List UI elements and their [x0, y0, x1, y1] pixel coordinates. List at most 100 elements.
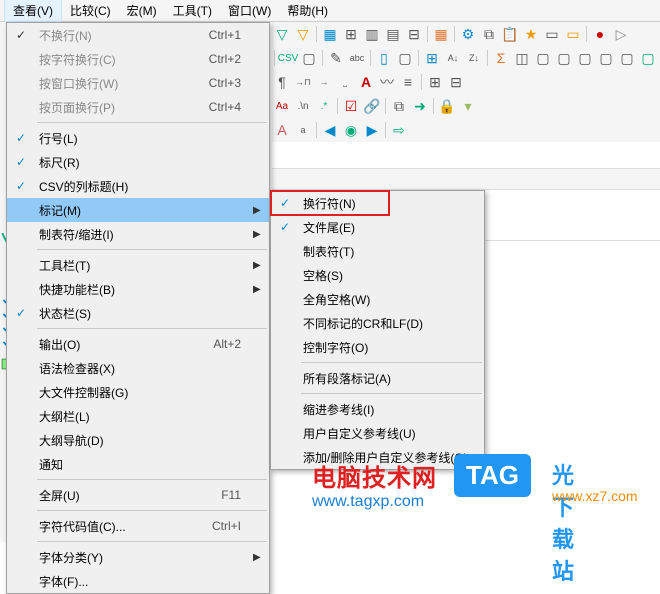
right-icon[interactable]: ▶ — [362, 120, 382, 140]
left-icon[interactable]: ◀ — [320, 120, 340, 140]
filter2-icon[interactable]: ▽ — [293, 24, 313, 44]
indent-icon[interactable]: →⊓ — [293, 72, 313, 92]
view-menu: ✓ 不换行(N) Ctrl+1 按字符换行(C) Ctrl+2 按窗口换行(W)… — [6, 22, 270, 594]
guide2-icon[interactable]: ⊟ — [446, 72, 466, 92]
submenu-ctrlchar[interactable]: 控制字符(O) — [271, 335, 484, 359]
clip-icon[interactable]: 📋 — [500, 24, 520, 44]
aa-icon[interactable]: Aa — [272, 96, 292, 116]
menu-fullscreen[interactable]: 全屏(U) F11 — [7, 483, 269, 507]
menu-ruler[interactable]: ✓ 标尺(R) — [7, 150, 269, 174]
para-icon[interactable]: ¶ — [272, 72, 292, 92]
submenu-fullspace[interactable]: 全角空格(W) — [271, 287, 484, 311]
ws-icon[interactable]: ⎵ — [335, 72, 355, 92]
sort-icon[interactable]: ▭ — [542, 24, 562, 44]
globe-icon[interactable]: ⚙ — [458, 24, 478, 44]
cols-icon[interactable]: ⊞ — [341, 24, 361, 44]
doc-icon[interactable]: ▦ — [431, 24, 451, 44]
b3-icon[interactable]: ▢ — [575, 48, 595, 68]
guide-icon[interactable]: ⊞ — [425, 72, 445, 92]
done-icon[interactable]: ☑ — [341, 96, 361, 116]
az-icon[interactable]: A↓ — [443, 48, 463, 68]
filter-icon[interactable]: ▽ — [272, 24, 292, 44]
grid-icon[interactable]: ▦ — [320, 24, 340, 44]
dash-icon[interactable]: 〰 — [377, 72, 397, 92]
bullet-icon[interactable]: ◉ — [341, 120, 361, 140]
menu-notify[interactable]: 通知 — [7, 452, 269, 476]
menubar-window[interactable]: 窗口(W) — [220, 0, 279, 21]
ribbon-icon[interactable]: ▾ — [458, 96, 478, 116]
check-icon: ✓ — [7, 306, 35, 320]
go-icon[interactable]: ➜ — [410, 96, 430, 116]
submenu-crlf[interactable]: 不同标记的CR和LF(D) — [271, 311, 484, 335]
menubar-compare[interactable]: 比较(C) — [62, 0, 119, 21]
menubar-tools[interactable]: 工具(T) — [165, 0, 220, 21]
scr-icon[interactable]: ≡ — [398, 72, 418, 92]
menubar-macro[interactable]: 宏(M) — [119, 0, 165, 21]
menu-font[interactable]: 字体(F)... — [7, 569, 269, 593]
menu-page-wrap[interactable]: 按页面换行(P) Ctrl+4 — [7, 95, 269, 119]
b4-icon[interactable]: ▢ — [596, 48, 616, 68]
menu-toolbar[interactable]: 工具栏(T) ▶ — [7, 253, 269, 277]
star-icon[interactable]: ★ — [521, 24, 541, 44]
play-icon[interactable]: ▷ — [611, 24, 631, 44]
menu-csv-header[interactable]: ✓ CSV的列标题(H) — [7, 174, 269, 198]
menu-line-num[interactable]: ✓ 行号(L) — [7, 126, 269, 150]
col3-icon[interactable]: ⊟ — [404, 24, 424, 44]
menubar: 查看(V) 比较(C) 宏(M) 工具(T) 窗口(W) 帮助(H) — [0, 0, 660, 22]
wand-icon[interactable]: ✎ — [326, 48, 346, 68]
submenu-all-para[interactable]: 所有段落标记(A) — [271, 366, 484, 390]
menu-statusbar[interactable]: ✓ 状态栏(S) — [7, 301, 269, 325]
chart-icon[interactable]: ◫ — [512, 48, 532, 68]
b6-icon[interactable]: ▢ — [638, 48, 658, 68]
bold-a-icon[interactable]: A — [356, 72, 376, 92]
menu-largefile[interactable]: 大文件控制器(G) — [7, 380, 269, 404]
split-icon[interactable]: ▯ — [374, 48, 394, 68]
col1-icon[interactable]: ▥ — [362, 24, 382, 44]
menu-font-cat[interactable]: 字体分类(Y) ▶ — [7, 545, 269, 569]
check-icon: ✓ — [271, 196, 299, 210]
menu-win-wrap[interactable]: 按窗口换行(W) Ctrl+3 — [7, 71, 269, 95]
lock-icon[interactable]: 🔒 — [437, 96, 457, 116]
submenu-user-guide[interactable]: 用户自定义参考线(U) — [271, 421, 484, 445]
menu-char-wrap[interactable]: 按字符换行(C) Ctrl+2 — [7, 47, 269, 71]
menu-outline[interactable]: 大纲栏(L) — [7, 404, 269, 428]
menu-outlinenav[interactable]: 大纲导航(D) — [7, 428, 269, 452]
za-icon[interactable]: Z↓ — [464, 48, 484, 68]
menubar-view[interactable]: 查看(V) — [4, 0, 62, 22]
submenu-newline[interactable]: ✓ 换行符(N) — [271, 191, 484, 215]
font-a2-icon[interactable]: a — [293, 120, 313, 140]
submenu-space[interactable]: 空格(S) — [271, 263, 484, 287]
cell-icon[interactable]: ▢ — [299, 48, 319, 68]
sort2-icon[interactable]: ⊞ — [422, 48, 442, 68]
submenu-arrow-icon: ▶ — [253, 260, 269, 271]
merge-icon[interactable]: ▢ — [395, 48, 415, 68]
cfg-icon[interactable]: ⧉ — [389, 96, 409, 116]
b2-icon[interactable]: ▢ — [554, 48, 574, 68]
link-icon[interactable]: 🔗 — [362, 96, 382, 116]
menu-charcode[interactable]: 字符代码值(C)... Ctrl+I — [7, 514, 269, 538]
menu-quickbar[interactable]: 快捷功能栏(B) ▶ — [7, 277, 269, 301]
sum-icon[interactable]: Σ — [491, 48, 511, 68]
regex-icon[interactable]: .\n — [293, 96, 313, 116]
b5-icon[interactable]: ▢ — [617, 48, 637, 68]
menu-no-wrap[interactable]: ✓ 不换行(N) Ctrl+1 — [7, 23, 269, 47]
abc-icon[interactable]: abc — [347, 48, 367, 68]
menu-tabs-indent[interactable]: 制表符/缩进(I) ▶ — [7, 222, 269, 246]
rec-icon[interactable]: ● — [590, 24, 610, 44]
menubar-help[interactable]: 帮助(H) — [279, 0, 336, 21]
submenu-tab[interactable]: 制表符(T) — [271, 239, 484, 263]
tag-icon[interactable]: ▭ — [563, 24, 583, 44]
b1-icon[interactable]: ▢ — [533, 48, 553, 68]
submenu-indent-guide[interactable]: 缩进参考线(I) — [271, 397, 484, 421]
col2-icon[interactable]: ▤ — [383, 24, 403, 44]
font-a-icon[interactable]: A — [272, 120, 292, 140]
dup-icon[interactable]: ⧉ — [479, 24, 499, 44]
menu-marks[interactable]: 标记(M) ▶ — [7, 198, 269, 222]
submenu-eof[interactable]: ✓ 文件尾(E) — [271, 215, 484, 239]
ext-icon[interactable]: ⇨ — [389, 120, 409, 140]
re-icon[interactable]: .* — [314, 96, 334, 116]
spc-icon[interactable]: → — [314, 72, 334, 92]
menu-output[interactable]: 输出(O) Alt+2 — [7, 332, 269, 356]
menu-syntax[interactable]: 语法检查器(X) — [7, 356, 269, 380]
csv-icon[interactable]: CSV — [278, 48, 298, 68]
